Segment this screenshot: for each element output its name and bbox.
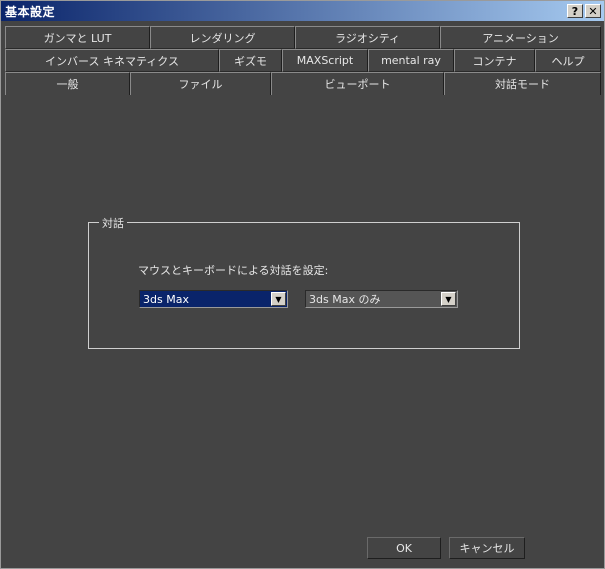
tab-general[interactable]: 一般 bbox=[5, 72, 130, 95]
tab-viewports[interactable]: ビューポート bbox=[271, 72, 444, 95]
chevron-down-icon[interactable]: ▼ bbox=[441, 292, 456, 306]
interaction-scope-dropdown[interactable]: 3ds Max のみ ▼ bbox=[305, 290, 458, 308]
interaction-mode-dropdown[interactable]: 3ds Max ▼ bbox=[139, 290, 288, 308]
tab-gizmos[interactable]: ギズモ bbox=[219, 49, 282, 72]
tab-row-2: インバース キネマティクス ギズモ MAXScript mental ray コ… bbox=[5, 49, 601, 72]
ok-button[interactable]: OK bbox=[367, 537, 441, 559]
tab-interaction-mode[interactable]: 対話モード bbox=[444, 72, 601, 95]
cancel-button[interactable]: キャンセル bbox=[449, 537, 525, 559]
tab-row-3: 一般 ファイル ビューポート 対話モード bbox=[5, 72, 601, 95]
tab-gamma-lut[interactable]: ガンマと LUT bbox=[5, 26, 150, 49]
interaction-label: マウスとキーボードによる対話を設定: bbox=[138, 264, 329, 277]
tab-maxscript[interactable]: MAXScript bbox=[282, 49, 368, 72]
interaction-groupbox: 対話 マウスとキーボードによる対話を設定: 3ds Max ▼ 3ds Max … bbox=[88, 215, 520, 349]
tab-files[interactable]: ファイル bbox=[130, 72, 271, 95]
tab-mental-ray[interactable]: mental ray bbox=[368, 49, 454, 72]
close-button[interactable]: ✕ bbox=[585, 4, 601, 18]
tab-panel-interaction-mode: 対話 マウスとキーボードによる対話を設定: 3ds Max ▼ 3ds Max … bbox=[5, 97, 601, 565]
interaction-scope-value: 3ds Max のみ bbox=[309, 293, 381, 306]
tab-row-1: ガンマと LUT レンダリング ラジオシティ アニメーション bbox=[5, 26, 601, 49]
title-bar: 基本設定 ? ✕ bbox=[1, 1, 604, 21]
window-title: 基本設定 bbox=[5, 4, 56, 19]
tab-inverse-kinematics[interactable]: インバース キネマティクス bbox=[5, 49, 219, 72]
preferences-window: 基本設定 ? ✕ ガンマと LUT レンダリング ラジオシティ アニメーション … bbox=[0, 0, 605, 569]
help-button[interactable]: ? bbox=[567, 4, 583, 18]
tab-help[interactable]: ヘルプ bbox=[535, 49, 601, 72]
tab-rendering[interactable]: レンダリング bbox=[150, 26, 295, 49]
tab-strip: ガンマと LUT レンダリング ラジオシティ アニメーション インバース キネマ… bbox=[5, 26, 601, 95]
group-title: 対話 bbox=[99, 215, 127, 231]
chevron-down-icon[interactable]: ▼ bbox=[271, 292, 286, 306]
tab-radiosity[interactable]: ラジオシティ bbox=[295, 26, 440, 49]
interaction-mode-value: 3ds Max bbox=[143, 292, 189, 306]
tab-containers[interactable]: コンテナ bbox=[454, 49, 535, 72]
tab-animation[interactable]: アニメーション bbox=[440, 26, 601, 49]
